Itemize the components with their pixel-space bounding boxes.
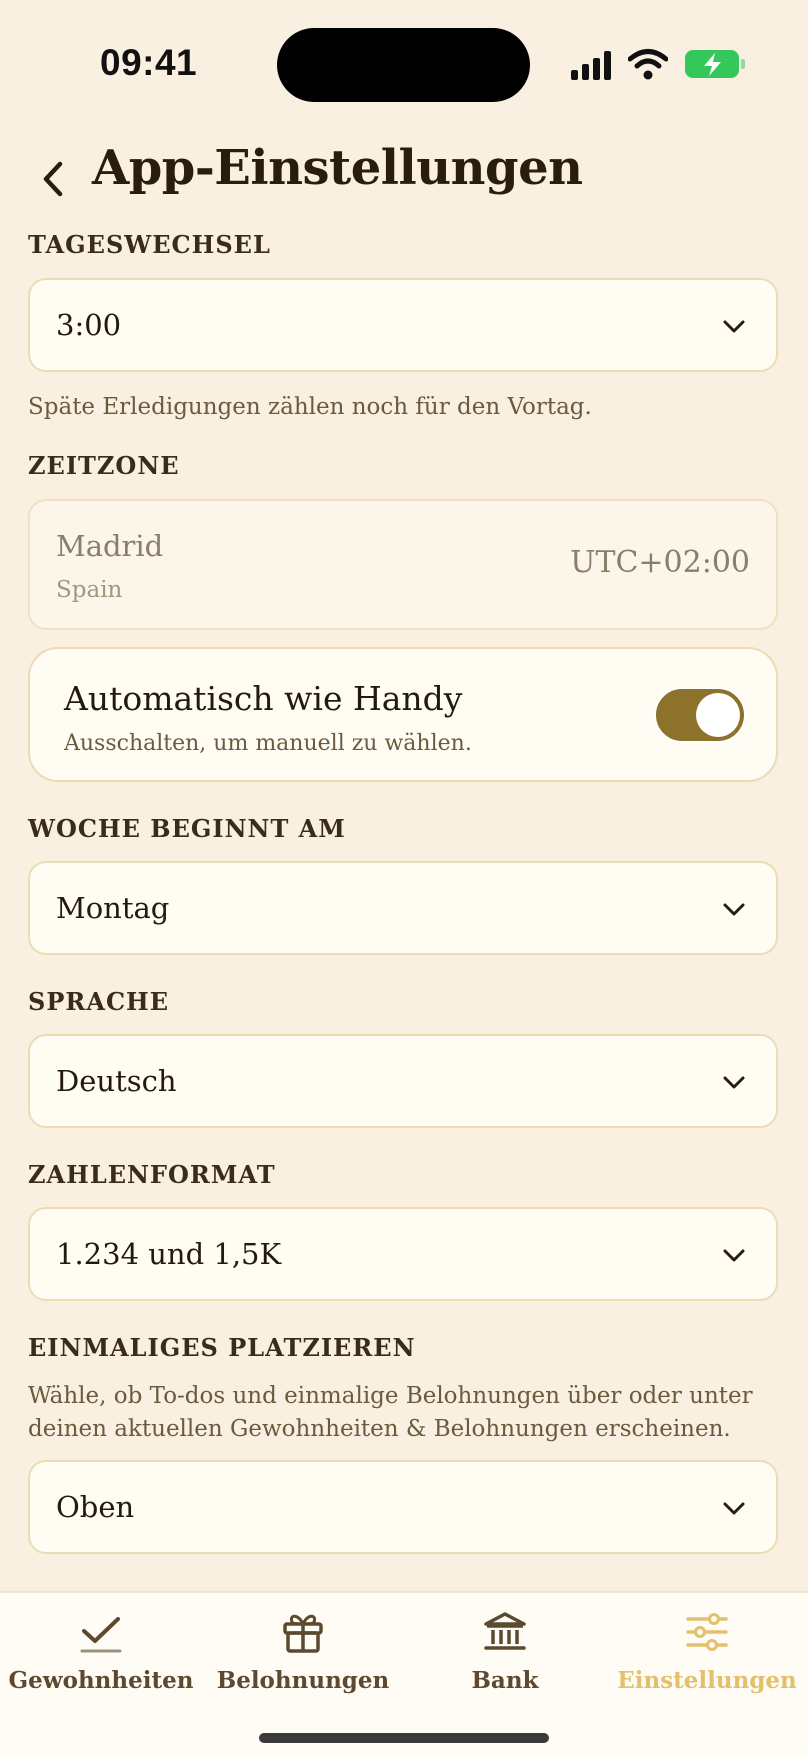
chevron-down-icon	[723, 320, 745, 333]
gift-icon	[283, 1614, 323, 1653]
sliders-icon	[686, 1613, 728, 1651]
week-start-select[interactable]: Montag	[28, 861, 778, 955]
page-title: App-Einstellungen	[92, 140, 583, 196]
chevron-down-icon	[723, 1502, 745, 1515]
tab-label: Bank	[471, 1667, 539, 1694]
dynamic-island	[277, 28, 530, 102]
number-format-select[interactable]: 1.234 und 1,5K	[28, 1207, 778, 1301]
day-change-value: 3:00	[56, 308, 122, 342]
home-indicator	[259, 1733, 549, 1743]
week-start-label: WOCHE BEGINNT AM	[28, 814, 346, 843]
number-format-label: ZAHLENFORMAT	[28, 1160, 276, 1189]
week-start-value: Montag	[56, 891, 170, 925]
bank-icon	[484, 1612, 526, 1650]
checkmark-icon	[80, 1617, 122, 1653]
timezone-label: ZEITZONE	[28, 451, 180, 480]
chevron-down-icon	[723, 1076, 745, 1089]
tab-label: Belohnungen	[216, 1667, 390, 1694]
status-bar: 09:41	[0, 0, 808, 130]
placement-label: EINMALIGES PLATZIEREN	[28, 1333, 416, 1362]
placement-help-line-2: deinen aktuellen Gewohnheiten & Belohnun…	[28, 1416, 731, 1442]
tab-bank[interactable]: Bank	[404, 1593, 606, 1713]
day-change-select[interactable]: 3:00	[28, 278, 778, 372]
chevron-down-icon	[723, 903, 745, 916]
chevron-down-icon	[723, 1249, 745, 1262]
day-change-label: TAGESWECHSEL	[28, 230, 271, 259]
placement-value: Oben	[56, 1490, 135, 1524]
status-time: 09:41	[100, 42, 198, 83]
timezone-offset: UTC+02:00	[570, 545, 750, 580]
placement-select[interactable]: Oben	[28, 1460, 778, 1554]
tab-einstellungen[interactable]: Einstellungen	[606, 1593, 808, 1713]
wifi-icon	[628, 49, 668, 80]
number-format-value: 1.234 und 1,5K	[56, 1237, 282, 1271]
placement-help-line-1: Wähle, ob To-dos und einmalige Belohnung…	[28, 1383, 753, 1409]
timezone-field: Madrid Spain UTC+02:00	[28, 499, 778, 630]
auto-timezone-subtitle: Ausschalten, um manuell zu wählen.	[64, 731, 472, 756]
cellular-signal-icon	[571, 51, 611, 80]
tab-label: Einstellungen	[617, 1667, 797, 1694]
tab-gewohnheiten[interactable]: Gewohnheiten	[0, 1593, 202, 1713]
page-header: App-Einstellungen	[0, 130, 808, 230]
auto-timezone-toggle[interactable]	[654, 687, 746, 743]
back-chevron-icon[interactable]	[36, 154, 72, 204]
timezone-city: Madrid	[56, 529, 164, 563]
auto-timezone-card: Automatisch wie Handy Ausschalten, um ma…	[28, 647, 778, 782]
language-select[interactable]: Deutsch	[28, 1034, 778, 1128]
tab-belohnungen[interactable]: Belohnungen	[202, 1593, 404, 1713]
tab-label: Gewohnheiten	[8, 1667, 194, 1694]
day-change-help: Späte Erledigungen zählen noch für den V…	[28, 394, 592, 420]
auto-timezone-title: Automatisch wie Handy	[64, 679, 463, 718]
battery-charging-icon	[685, 50, 745, 78]
timezone-country: Spain	[56, 577, 123, 603]
toggle-knob	[696, 693, 740, 737]
language-label: SPRACHE	[28, 987, 170, 1016]
language-value: Deutsch	[56, 1064, 177, 1098]
